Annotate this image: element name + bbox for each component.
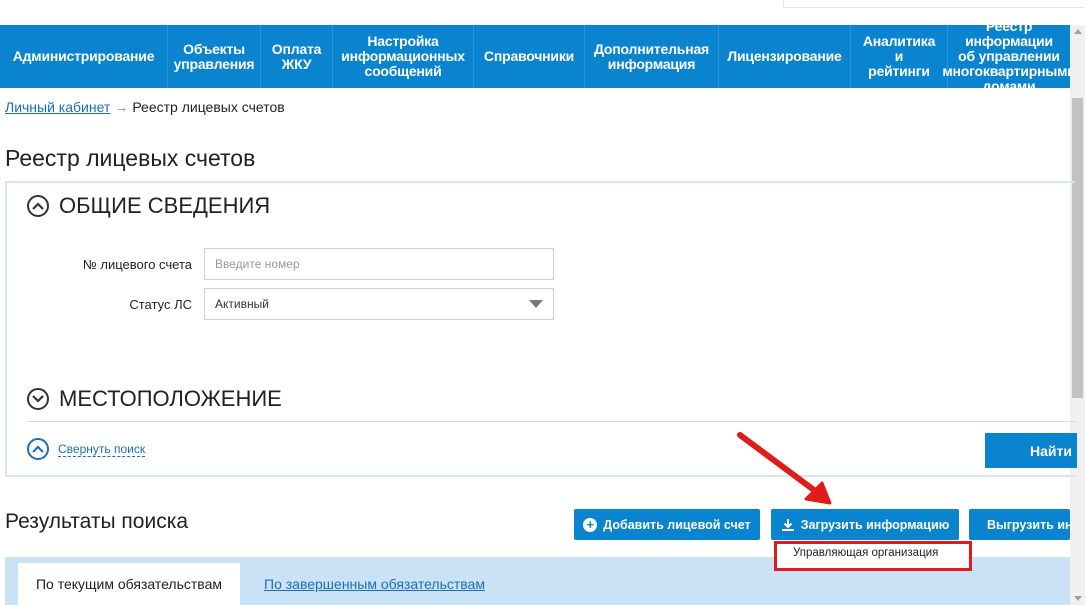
- search-panel: ОБЩИЕ СВЕДЕНИЯ № лицевого счета Введите …: [5, 181, 1077, 477]
- add-account-label: Добавить лицевой счет: [603, 517, 751, 532]
- status-select-value: Активный: [215, 297, 269, 311]
- dropdown-item-management-org[interactable]: Управляющая организация: [793, 547, 938, 559]
- nav-item-messages[interactable]: Настройка информационных сообщений: [333, 25, 474, 88]
- scroll-down-icon[interactable]: [1074, 596, 1082, 601]
- nav-item-directories[interactable]: Справочники: [474, 25, 585, 88]
- top-box: [783, 0, 1085, 8]
- general-section-header[interactable]: ОБЩИЕ СВЕДЕНИЯ: [27, 193, 270, 219]
- scroll-up-icon[interactable]: [1074, 29, 1082, 34]
- upload-info-button[interactable]: Загрузить информацию: [771, 509, 959, 540]
- status-select[interactable]: Активный: [204, 288, 554, 320]
- nav-item-administration[interactable]: Администрирование: [0, 25, 168, 88]
- browser-top-strip: [0, 0, 1085, 25]
- nav-item-analytics[interactable]: Аналитика и рейтинги: [851, 25, 948, 88]
- add-account-button[interactable]: + Добавить лицевой счет: [574, 509, 760, 540]
- nav-item-registry[interactable]: Реестр информации об управлении многоква…: [942, 25, 1070, 88]
- account-number-label: № лицевого счета: [82, 257, 192, 272]
- download-icon: [781, 518, 795, 532]
- panel-divider: [27, 421, 1077, 422]
- collapse-search-label[interactable]: Свернуть поиск: [58, 442, 146, 457]
- breadcrumb-current: Реестр лицевых счетов: [132, 99, 285, 115]
- upload-info-label: Загрузить информацию: [800, 517, 950, 532]
- page-title: Реестр лицевых счетов: [5, 145, 256, 171]
- plus-circle-icon: +: [583, 517, 598, 532]
- chevron-down-icon[interactable]: [27, 388, 49, 410]
- status-label: Статус ЛС: [129, 297, 192, 312]
- collapse-search-link[interactable]: Свернуть поиск: [27, 438, 146, 460]
- caret-down-icon: [529, 300, 543, 308]
- results-title: Результаты поиска: [5, 510, 189, 533]
- find-button[interactable]: Найти: [985, 433, 1077, 468]
- red-arrow-annotation: [737, 432, 832, 505]
- breadcrumb-home-link[interactable]: Личный кабинет: [5, 99, 110, 115]
- chevron-up-icon[interactable]: [27, 195, 49, 217]
- nav-item-licensing[interactable]: Лицензирование: [719, 25, 851, 88]
- nav-item-objects[interactable]: Объекты управления: [168, 25, 261, 88]
- general-section-title: ОБЩИЕ СВЕДЕНИЯ: [59, 193, 271, 218]
- nav-item-payment[interactable]: Оплата ЖКУ: [261, 25, 333, 88]
- upload-dropdown-menu: Управляющая организация: [774, 541, 972, 571]
- tab-completed-obligations[interactable]: По завершенным обязательствам: [264, 576, 485, 592]
- export-info-label: Выгрузить информацию: [987, 517, 1070, 532]
- export-info-button[interactable]: Выгрузить информацию: [969, 509, 1070, 540]
- nav-item-additional[interactable]: Дополнительная информация: [585, 25, 719, 88]
- location-section-title: МЕСТОПОЛОЖЕНИЕ: [59, 386, 282, 411]
- location-section-header[interactable]: МЕСТОПОЛОЖЕНИЕ: [27, 386, 282, 412]
- collapse-chevron-up-icon[interactable]: [27, 438, 49, 460]
- tab-current-obligations[interactable]: По текущим обязательствам: [18, 563, 240, 605]
- breadcrumb-separator: →: [114, 99, 129, 115]
- main-nav: Администрирование Объекты управления Опл…: [0, 25, 1070, 88]
- breadcrumb: Личный кабинет → Реестр лицевых счетов: [5, 99, 285, 115]
- account-number-input[interactable]: Введите номер: [204, 248, 554, 280]
